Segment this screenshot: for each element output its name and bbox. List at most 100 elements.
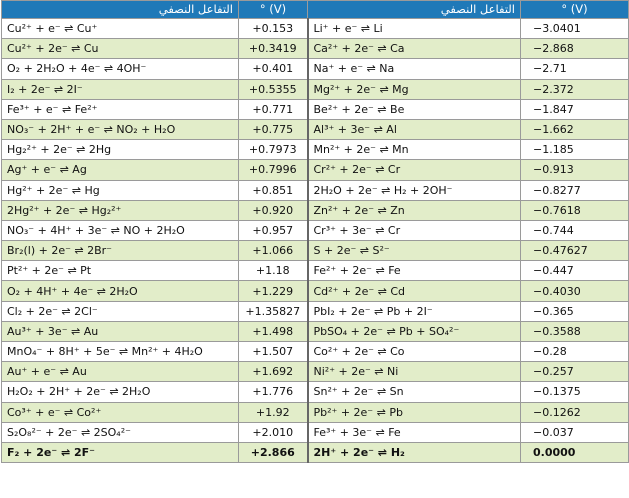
- left-potential-cell: +0.957: [238, 219, 308, 242]
- table-row: Pt²⁺ + 2e⁻ ⇌ Pt +1.18 Fe²⁺ + 2e⁻ ⇌ Fe −0.44…: [1, 260, 629, 282]
- left-reaction-cell: 2Hg²⁺ + 2e⁻ ⇌ Hg₂²⁺: [1, 199, 239, 221]
- table-row: O₂ + 4H⁺ + 4e⁻ ⇌ 2H₂O +1.229 Cd²⁺ + 2e⁻ ⇌ …: [1, 280, 629, 302]
- left-reaction-cell: Pt²⁺ + 2e⁻ ⇌ Pt: [1, 260, 239, 282]
- left-reaction-cell: Cl₂ + 2e⁻ ⇌ 2Cl⁻: [1, 300, 239, 322]
- table-row: O₂ + 2H₂O + 4e⁻ ⇌ 4OH⁻ +0.401 Na⁺ + e⁻ ⇌ N…: [1, 58, 629, 80]
- right-reaction-cell: Al³⁺ + 3e⁻ ⇌ Al: [306, 118, 521, 141]
- left-potential-cell: +1.18: [238, 260, 308, 282]
- left-reaction-cell: Cu²⁺ + e⁻ ⇌ Cu⁺: [1, 17, 239, 40]
- table-body: Cu²⁺ + e⁻ ⇌ Cu⁺ +0.153 Li⁺ + e⁻ ⇌ Li −3.040…: [1, 17, 629, 464]
- table-row: Au⁺ + e⁻ ⇌ Au +1.692 Ni²⁺ + 2e⁻ ⇌ Ni −0.257: [1, 361, 629, 383]
- right-potential-cell: 0.0000: [520, 441, 629, 464]
- table-row: Cl₂ + 2e⁻ ⇌ 2Cl⁻ +1.35827 PbI₂ + 2e⁻ ⇌ Pb …: [1, 300, 629, 322]
- table-row: Hg₂²⁺ + 2e⁻ ⇌ 2Hg +0.7973 Mn²⁺ + 2e⁻ ⇌ Mn −…: [1, 139, 629, 161]
- right-reaction-cell: Pb²⁺ + 2e⁻ ⇌ Pb: [306, 401, 521, 423]
- left-reaction-cell: NO₃⁻ + 2H⁺ + e⁻ ⇌ NO₂ + H₂O: [1, 118, 239, 141]
- left-potential-cell: +0.153: [238, 17, 308, 40]
- left-reaction-cell: NO₃⁻ + 4H⁺ + 3e⁻ ⇌ NO + 2H₂O: [1, 219, 239, 242]
- left-potential-cell: +0.920: [238, 199, 308, 221]
- header-potential-right: ° (V): [520, 0, 629, 19]
- right-potential-cell: −0.365: [520, 300, 629, 322]
- right-reaction-cell: S + 2e⁻ ⇌ S²⁻: [306, 240, 521, 262]
- table-row: Hg²⁺ + 2e⁻ ⇌ Hg +0.851 2H₂O + 2e⁻ ⇌ H₂ + 2…: [1, 179, 629, 201]
- table-row: S₂O₈²⁻ + 2e⁻ ⇌ 2SO₄²⁻ +2.010 Fe³⁺ + 3e⁻ ⇌ …: [1, 421, 629, 443]
- left-reaction-cell: Fe³⁺ + e⁻ ⇌ Fe²⁺: [1, 98, 239, 120]
- left-reaction-cell: Br₂(l) + 2e⁻ ⇌ 2Br⁻: [1, 240, 239, 262]
- right-potential-cell: −1.662: [520, 118, 629, 141]
- header-row: التفاعل النصفي ° (V) التفاعل النصفي ° (V…: [1, 0, 629, 19]
- left-potential-cell: +0.3419: [238, 38, 308, 60]
- left-potential-cell: +1.507: [238, 340, 308, 363]
- left-reaction-cell: O₂ + 2H₂O + 4e⁻ ⇌ 4OH⁻: [1, 58, 239, 80]
- left-potential-cell: +0.7973: [238, 139, 308, 161]
- right-reaction-cell: Fe³⁺ + 3e⁻ ⇌ Fe: [306, 421, 521, 443]
- table-row: Cu²⁺ + e⁻ ⇌ Cu⁺ +0.153 Li⁺ + e⁻ ⇌ Li −3.040…: [1, 17, 629, 40]
- right-potential-cell: −0.3588: [520, 320, 629, 343]
- table-row: Au³⁺ + 3e⁻ ⇌ Au +1.498 PbSO₄ + 2e⁻ ⇌ Pb + …: [1, 320, 629, 343]
- left-potential-cell: +1.692: [238, 361, 308, 383]
- table-header: التفاعل النصفي ° (V) التفاعل النصفي ° (V…: [1, 0, 629, 19]
- left-potential-cell: +1.35827: [238, 300, 308, 322]
- left-reaction-cell: S₂O₈²⁻ + 2e⁻ ⇌ 2SO₄²⁻: [1, 421, 239, 443]
- header-reaction-left: التفاعل النصفي: [1, 0, 239, 19]
- right-reaction-cell: Fe²⁺ + 2e⁻ ⇌ Fe: [306, 260, 521, 282]
- right-potential-cell: −2.372: [520, 78, 629, 100]
- table-row: H₂O₂ + 2H⁺ + 2e⁻ ⇌ 2H₂O +1.776 Sn²⁺ + 2e⁻ …: [1, 381, 629, 403]
- left-reaction-cell: H₂O₂ + 2H⁺ + 2e⁻ ⇌ 2H₂O: [1, 381, 239, 403]
- table-row: F₂ + 2e⁻ ⇌ 2F⁻ +2.866 2H⁺ + 2e⁻ ⇌ H₂ 0.0000: [1, 441, 629, 464]
- table-row: MnO₄⁻ + 8H⁺ + 5e⁻ ⇌ Mn²⁺ + 4H₂O +1.507 Co²…: [1, 340, 629, 363]
- left-reaction-cell: MnO₄⁻ + 8H⁺ + 5e⁻ ⇌ Mn²⁺ + 4H₂O: [1, 340, 239, 363]
- left-potential-cell: +1.229: [238, 280, 308, 302]
- left-potential-cell: +2.010: [238, 421, 308, 443]
- right-potential-cell: −0.447: [520, 260, 629, 282]
- left-reaction-cell: Hg²⁺ + 2e⁻ ⇌ Hg: [1, 179, 239, 201]
- left-reaction-cell: Au³⁺ + 3e⁻ ⇌ Au: [1, 320, 239, 343]
- right-potential-cell: −0.744: [520, 219, 629, 242]
- left-potential-cell: +2.866: [238, 441, 308, 464]
- left-potential-cell: +1.498: [238, 320, 308, 343]
- left-potential-cell: +0.401: [238, 58, 308, 80]
- right-potential-cell: −2.868: [520, 38, 629, 60]
- left-reaction-cell: F₂ + 2e⁻ ⇌ 2F⁻: [1, 441, 239, 464]
- left-reaction-cell: Cu²⁺ + 2e⁻ ⇌ Cu: [1, 38, 239, 60]
- left-potential-cell: +0.5355: [238, 78, 308, 100]
- right-reaction-cell: Co²⁺ + 2e⁻ ⇌ Co: [306, 340, 521, 363]
- header-reaction-right: التفاعل النصفي: [307, 0, 521, 19]
- left-reaction-cell: I₂ + 2e⁻ ⇌ 2I⁻: [1, 78, 239, 100]
- table-row: 2Hg²⁺ + 2e⁻ ⇌ Hg₂²⁺ +0.920 Zn²⁺ + 2e⁻ ⇌ Zn…: [1, 199, 629, 221]
- left-potential-cell: +0.775: [238, 118, 308, 141]
- right-reaction-cell: 2H⁺ + 2e⁻ ⇌ H₂: [306, 441, 521, 464]
- right-reaction-cell: Sn²⁺ + 2e⁻ ⇌ Sn: [306, 381, 521, 403]
- left-potential-cell: +0.771: [238, 98, 308, 120]
- right-reaction-cell: Cd²⁺ + 2e⁻ ⇌ Cd: [306, 280, 521, 302]
- right-potential-cell: −0.913: [520, 159, 629, 181]
- left-reaction-cell: Au⁺ + e⁻ ⇌ Au: [1, 361, 239, 383]
- right-potential-cell: −0.47627: [520, 240, 629, 262]
- right-reaction-cell: Cr³⁺ + 3e⁻ ⇌ Cr: [306, 219, 521, 242]
- right-reaction-cell: Na⁺ + e⁻ ⇌ Na: [306, 58, 521, 80]
- right-reaction-cell: PbI₂ + 2e⁻ ⇌ Pb + 2I⁻: [306, 300, 521, 322]
- left-potential-cell: +0.851: [238, 179, 308, 201]
- right-reaction-cell: Zn²⁺ + 2e⁻ ⇌ Zn: [306, 199, 521, 221]
- right-reaction-cell: Ni²⁺ + 2e⁻ ⇌ Ni: [306, 361, 521, 383]
- table-row: Ag⁺ + e⁻ ⇌ Ag +0.7996 Cr²⁺ + 2e⁻ ⇌ Cr −0.91…: [1, 159, 629, 181]
- table-row: Co³⁺ + e⁻ ⇌ Co²⁺ +1.92 Pb²⁺ + 2e⁻ ⇌ Pb −0.1…: [1, 401, 629, 423]
- right-potential-cell: −0.28: [520, 340, 629, 363]
- right-potential-cell: −0.1375: [520, 381, 629, 403]
- right-potential-cell: −1.847: [520, 98, 629, 120]
- table-row: Br₂(l) + 2e⁻ ⇌ 2Br⁻ +1.066 S + 2e⁻ ⇌ S²⁻ −0…: [1, 240, 629, 262]
- right-potential-cell: −3.0401: [520, 17, 629, 40]
- right-potential-cell: −0.4030: [520, 280, 629, 302]
- right-potential-cell: −1.185: [520, 139, 629, 161]
- right-reaction-cell: Be²⁺ + 2e⁻ ⇌ Be: [306, 98, 521, 120]
- left-reaction-cell: Co³⁺ + e⁻ ⇌ Co²⁺: [1, 401, 239, 423]
- right-reaction-cell: Mg²⁺ + 2e⁻ ⇌ Mg: [306, 78, 521, 100]
- left-potential-cell: +0.7996: [238, 159, 308, 181]
- table-row: NO₃⁻ + 4H⁺ + 3e⁻ ⇌ NO + 2H₂O +0.957 Cr³⁺ +…: [1, 219, 629, 242]
- table-row: I₂ + 2e⁻ ⇌ 2I⁻ +0.5355 Mg²⁺ + 2e⁻ ⇌ Mg −2.3…: [1, 78, 629, 100]
- right-potential-cell: −0.7618: [520, 199, 629, 221]
- right-potential-cell: −0.257: [520, 361, 629, 383]
- left-reaction-cell: O₂ + 4H⁺ + 4e⁻ ⇌ 2H₂O: [1, 280, 239, 302]
- right-potential-cell: −0.037: [520, 421, 629, 443]
- table-row: Fe³⁺ + e⁻ ⇌ Fe²⁺ +0.771 Be²⁺ + 2e⁻ ⇌ Be −1.…: [1, 98, 629, 120]
